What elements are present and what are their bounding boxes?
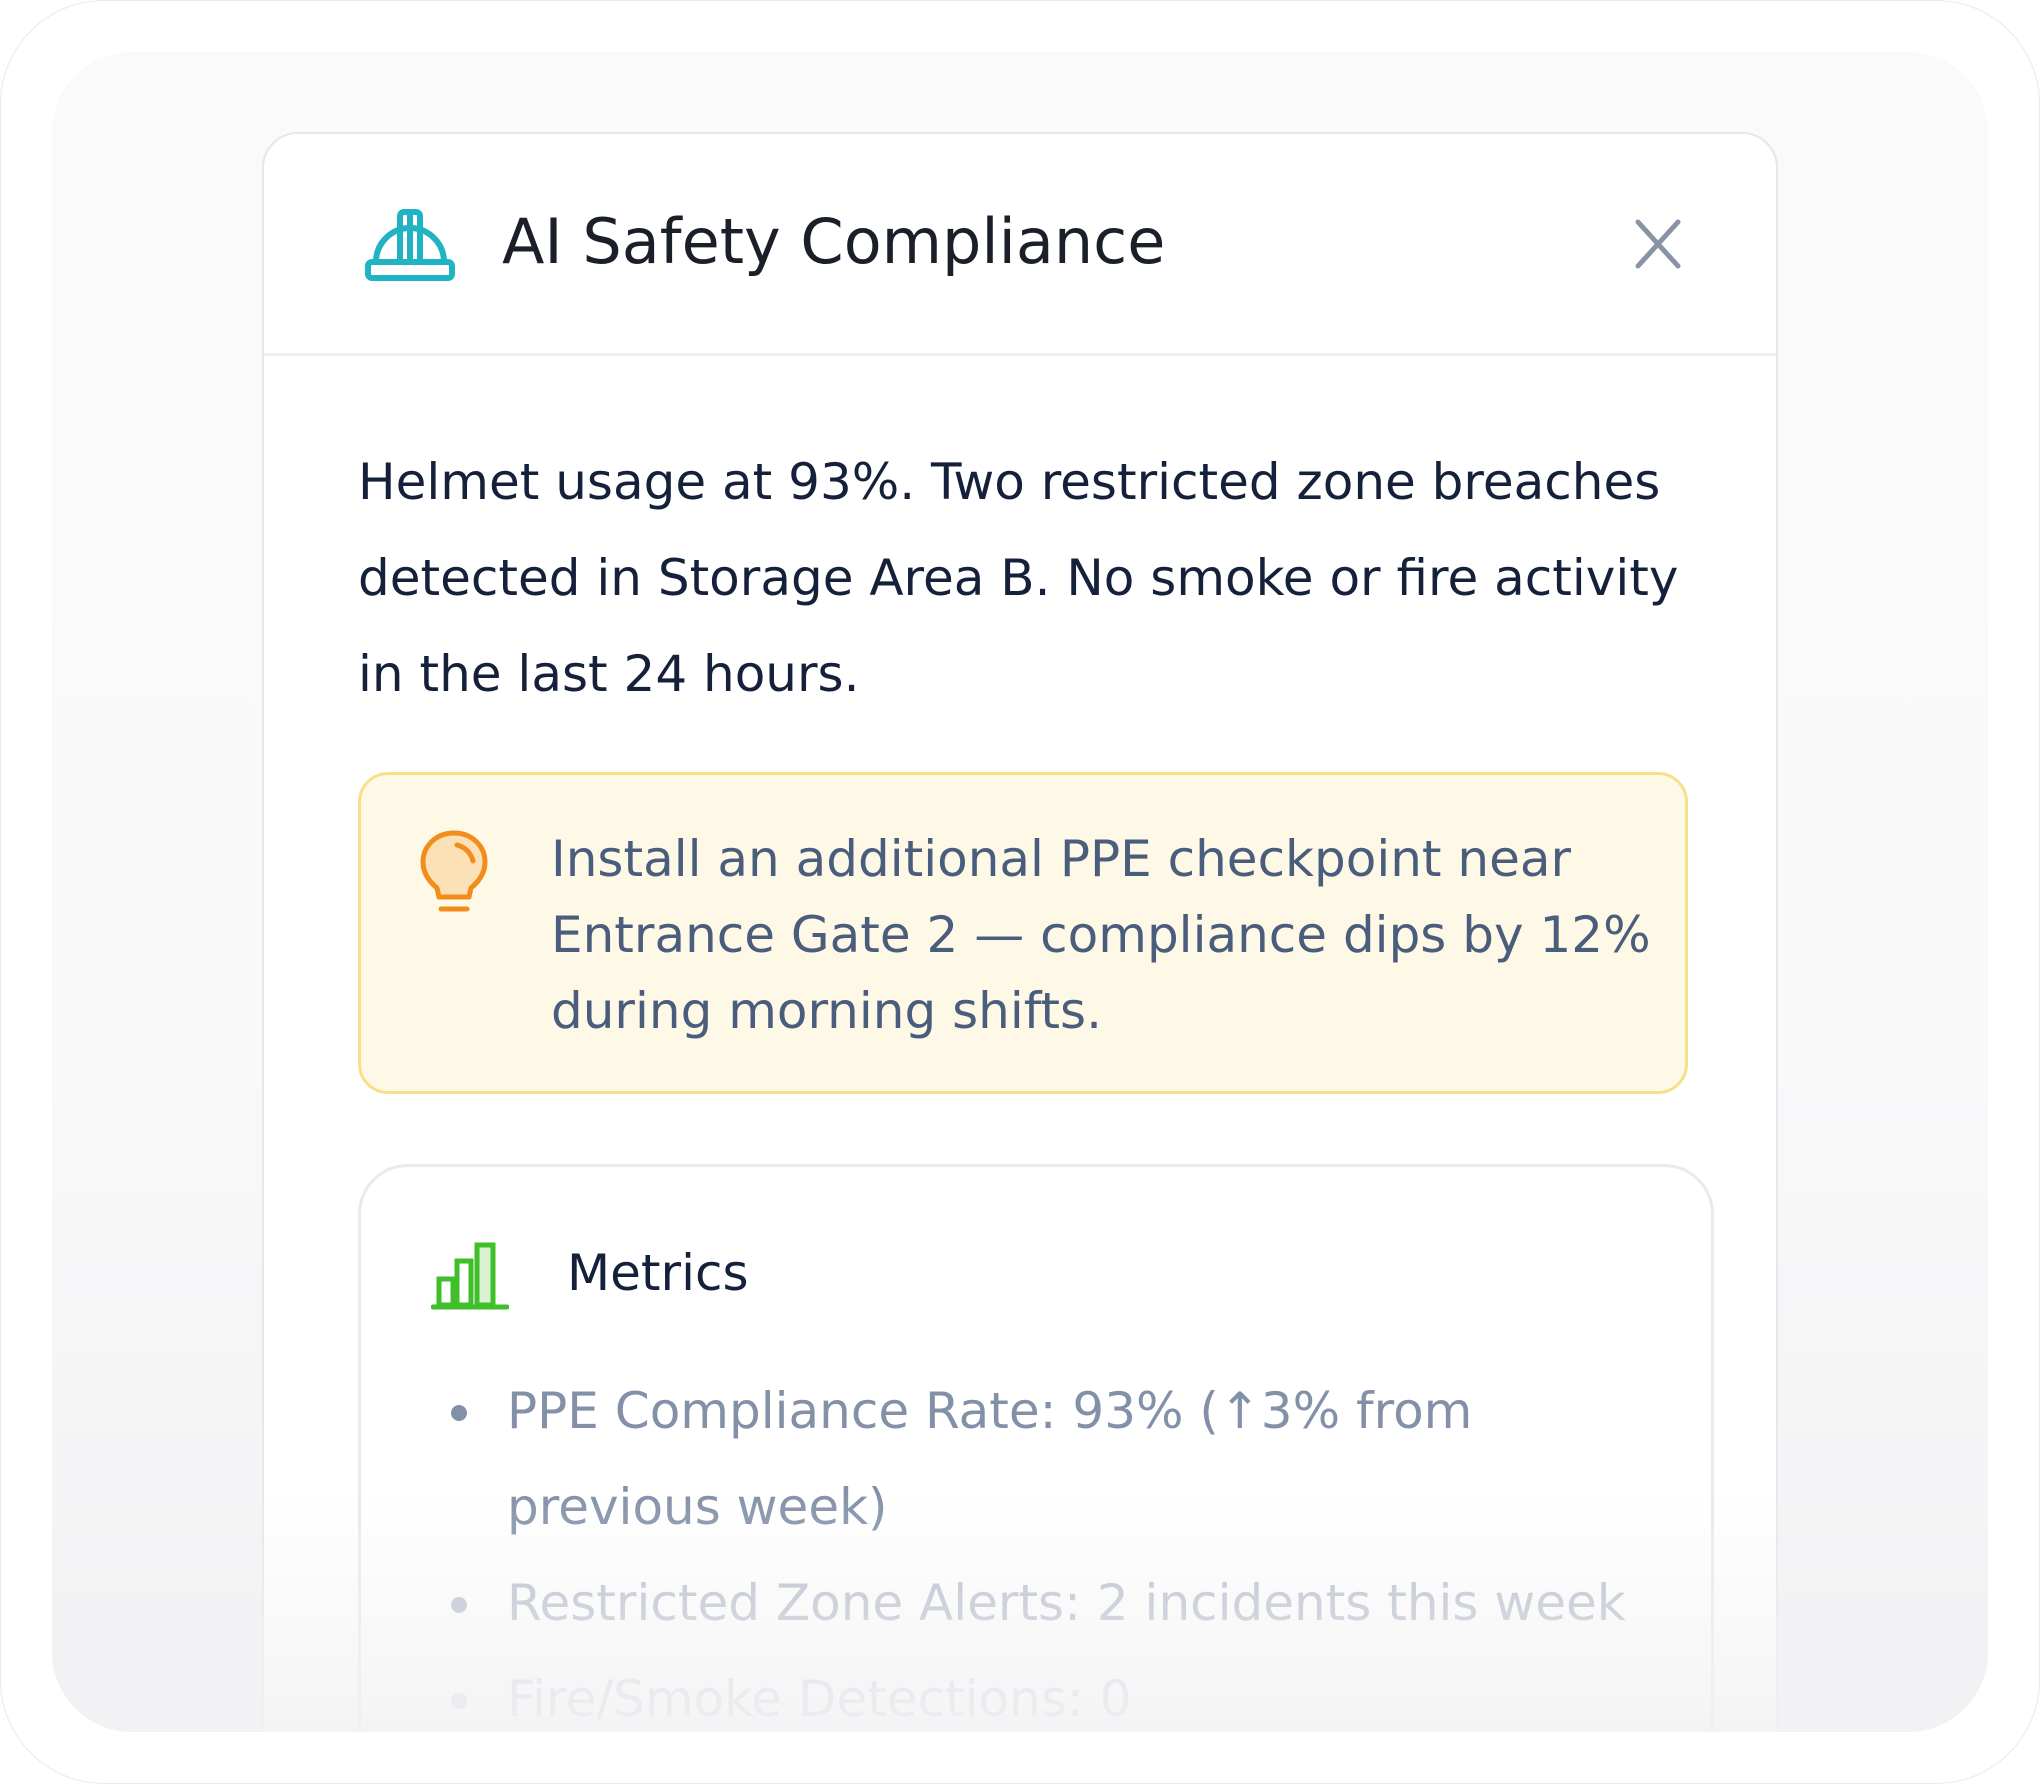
bullet-icon xyxy=(451,1597,467,1613)
metrics-card: Metrics PPE Compliance Rate: 93% (↑3% fr… xyxy=(358,1164,1714,1732)
panel-header: AI Safety Compliance xyxy=(264,134,1776,356)
metrics-title: Metrics xyxy=(567,1244,749,1302)
metric-item-fire-smoke: Fire/Smoke Detections: 0 xyxy=(451,1651,1651,1732)
lightbulb-icon xyxy=(420,830,488,912)
close-icon[interactable] xyxy=(1628,214,1688,274)
metric-text: Fire/Smoke Detections: 0 xyxy=(507,1670,1132,1728)
metric-item-ppe-compliance: PPE Compliance Rate: 93% (↑3% from previ… xyxy=(451,1363,1651,1555)
bullet-icon xyxy=(451,1693,467,1709)
metric-text: PPE Compliance Rate: 93% (↑3% from previ… xyxy=(507,1382,1473,1536)
compliance-panel: AI Safety Compliance Helmet usage at 93%… xyxy=(262,132,1778,1732)
metric-text: Restricted Zone Alerts: 2 incidents this… xyxy=(507,1574,1626,1632)
panel-title: AI Safety Compliance xyxy=(502,205,1166,278)
summary-text: Helmet usage at 93%. Two restricted zone… xyxy=(358,453,1679,703)
bullet-icon xyxy=(451,1405,467,1421)
helmet-icon xyxy=(365,209,455,281)
metric-item-restricted-zone: Restricted Zone Alerts: 2 incidents this… xyxy=(451,1555,1651,1651)
metrics-list: PPE Compliance Rate: 93% (↑3% from previ… xyxy=(451,1363,1651,1732)
bar-chart-icon xyxy=(431,1242,509,1310)
screen-background: AI Safety Compliance Helmet usage at 93%… xyxy=(52,52,1988,1732)
recommendation-callout: Install an additional PPE checkpoint nea… xyxy=(358,772,1688,1094)
recommendation-text: Install an additional PPE checkpoint nea… xyxy=(551,830,1651,1040)
